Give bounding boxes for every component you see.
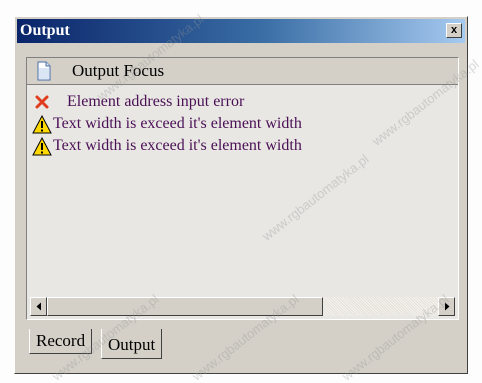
red-x-icon	[31, 92, 53, 112]
message-text: Text width is exceed it's element width	[53, 115, 302, 132]
output-focus-header[interactable]: Output Focus	[27, 58, 458, 85]
list-item[interactable]: Text width is exceed it's element width	[31, 135, 458, 157]
title-bar[interactable]: Output x	[17, 19, 465, 43]
tab-output[interactable]: Output	[101, 329, 163, 359]
output-panel: Output Focus Element address input error	[26, 57, 459, 320]
message-text: Text width is exceed it's element width	[53, 137, 302, 154]
scrollbar-thumb[interactable]	[47, 297, 323, 316]
close-button[interactable]: x	[446, 23, 462, 38]
scroll-left-button[interactable]	[30, 297, 47, 316]
screenshot-stage: Output x Output Focus Element address in…	[0, 0, 482, 383]
document-icon	[37, 61, 51, 81]
scroll-right-button[interactable]	[438, 297, 455, 316]
message-list: Element address input error Text width i…	[31, 91, 458, 157]
warning-triangle-icon	[31, 136, 53, 156]
arrow-left-icon	[36, 302, 41, 311]
warning-triangle-icon	[31, 114, 53, 134]
list-item[interactable]: Element address input error	[31, 91, 458, 113]
list-item[interactable]: Text width is exceed it's element width	[31, 113, 458, 135]
horizontal-scrollbar[interactable]	[30, 297, 455, 316]
message-text: Element address input error	[67, 93, 245, 110]
arrow-right-icon	[444, 302, 449, 311]
output-window: Output x Output Focus Element address in…	[14, 16, 468, 374]
tab-record[interactable]: Record	[29, 329, 93, 354]
window-title: Output	[20, 22, 70, 39]
output-focus-label: Output Focus	[72, 61, 165, 80]
